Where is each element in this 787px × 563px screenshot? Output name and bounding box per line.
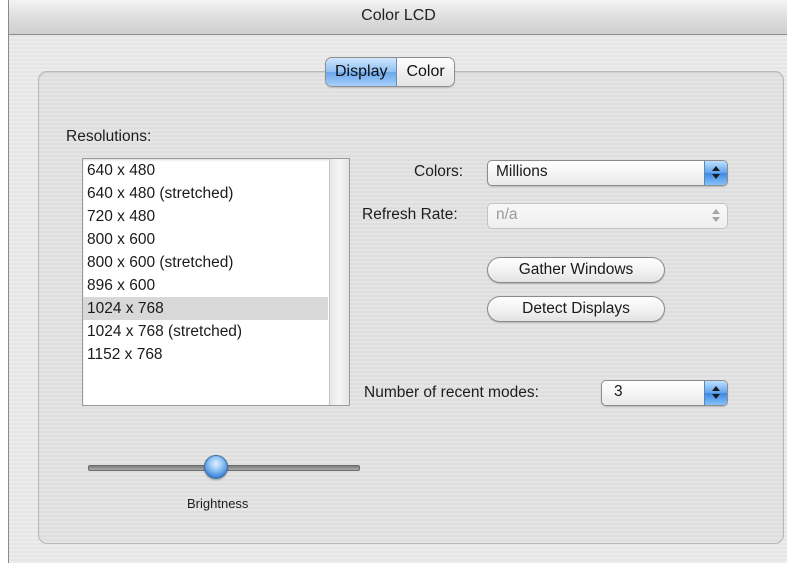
recent-modes-label: Number of recent modes: — [364, 384, 539, 401]
list-item-resolution[interactable]: 800 x 600 (stretched) — [83, 251, 328, 274]
list-item-resolution[interactable]: 640 x 480 (stretched) — [83, 182, 328, 205]
colors-value: Millions — [496, 163, 548, 180]
resolutions-label: Resolutions: — [66, 128, 152, 145]
recent-modes-value: 3 — [614, 383, 623, 400]
refresh-rate-label: Refresh Rate: — [362, 206, 458, 223]
list-item-resolution[interactable]: 720 x 480 — [83, 205, 328, 228]
list-item-resolution[interactable]: 1024 x 768 (stretched) — [83, 320, 328, 343]
popup-arrows-icon — [704, 161, 727, 185]
tab-color[interactable]: Color — [397, 58, 454, 86]
brightness-label: Brightness — [187, 496, 249, 511]
colors-label: Colors: — [414, 163, 464, 180]
popup-arrows-icon — [705, 204, 727, 228]
gather-windows-button[interactable]: Gather Windows — [487, 257, 665, 283]
colors-popup[interactable]: Millions — [487, 160, 728, 186]
detect-displays-button[interactable]: Detect Displays — [487, 296, 665, 322]
tab-bar: Display Color — [325, 57, 455, 87]
refresh-rate-popup: n/a — [487, 203, 728, 229]
tab-display[interactable]: Display — [326, 58, 398, 86]
list-item-resolution[interactable]: 800 x 600 — [83, 228, 328, 251]
list-item-resolution[interactable]: 1152 x 768 — [83, 343, 328, 366]
list-item-resolution[interactable]: 640 x 480 — [83, 159, 328, 182]
resolutions-list[interactable]: 640 x 480 640 x 480 (stretched) 720 x 48… — [82, 158, 350, 406]
window-title: Color LCD — [361, 7, 436, 24]
list-item-resolution[interactable]: 896 x 600 — [83, 274, 328, 297]
popup-arrows-icon — [704, 381, 727, 405]
refresh-rate-value: n/a — [496, 206, 518, 223]
title-bar[interactable]: Color LCD — [9, 0, 787, 35]
list-scrollbar[interactable] — [329, 159, 349, 405]
brightness-slider-knob[interactable] — [204, 455, 228, 479]
list-item-resolution-selected[interactable]: 1024 x 768 — [83, 297, 328, 320]
recent-modes-popup[interactable]: 3 — [601, 380, 728, 406]
display-preferences-window: Color LCD Display Color Resolutions: 640… — [8, 0, 787, 563]
